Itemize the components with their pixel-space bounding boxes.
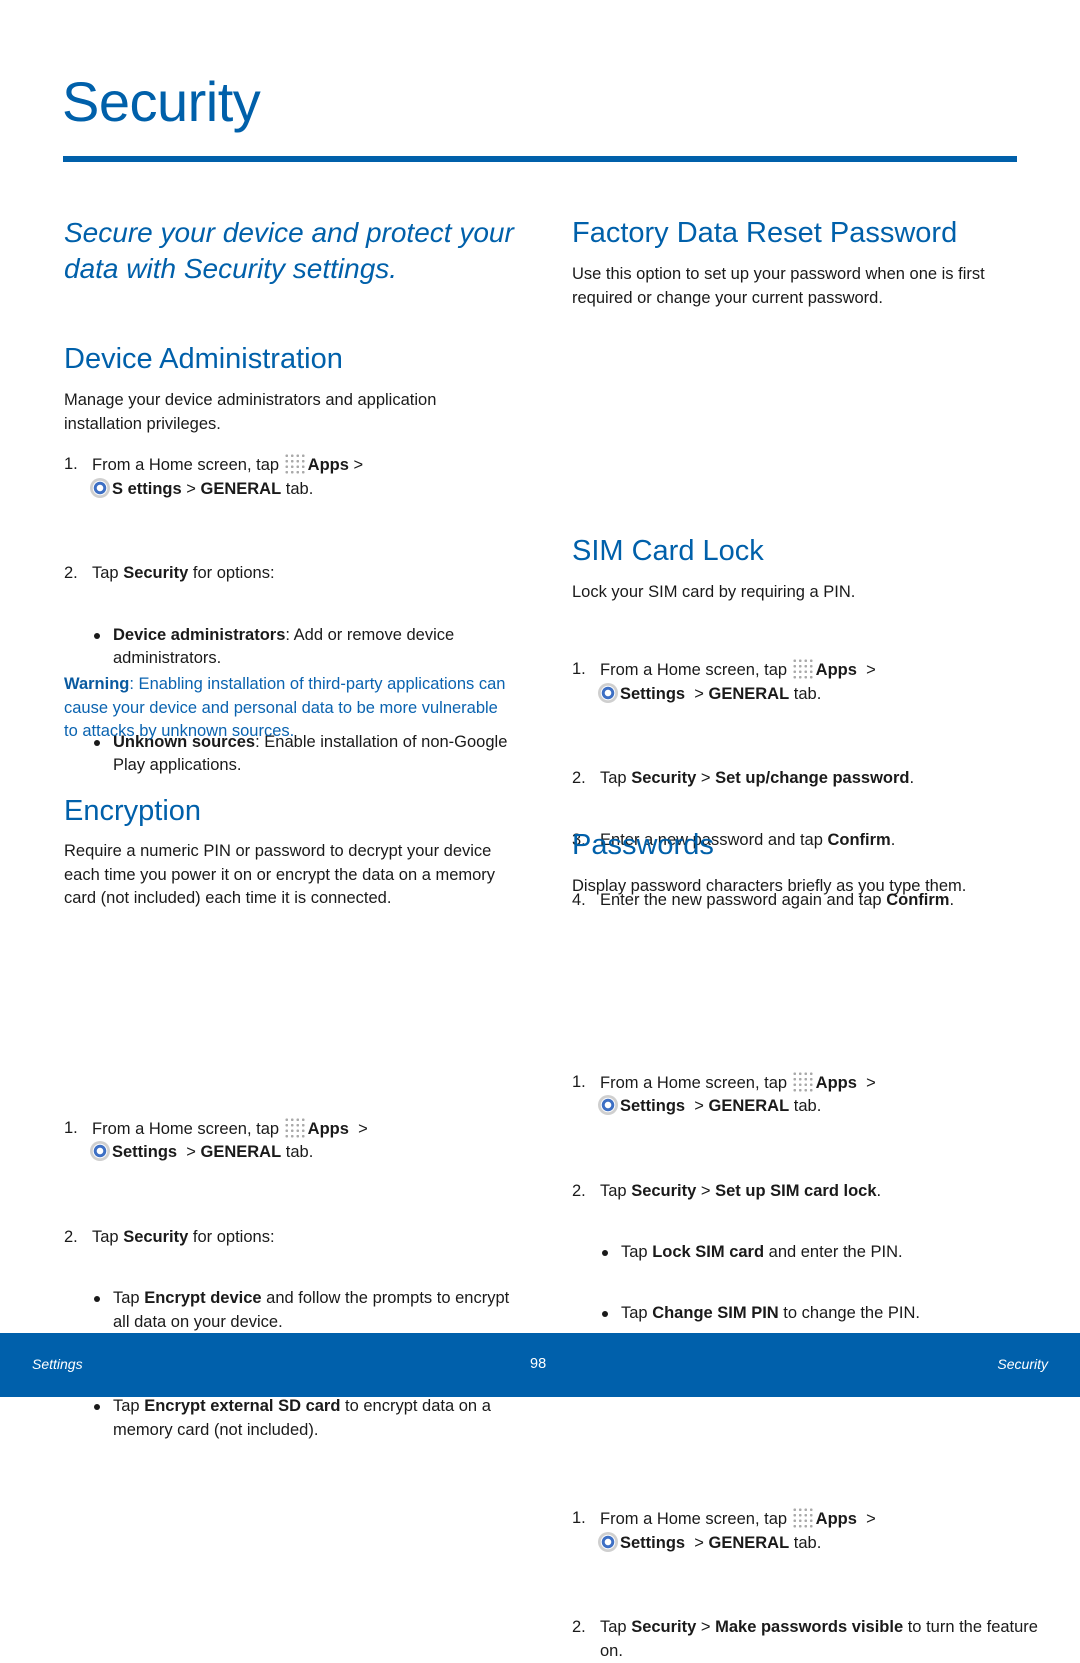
- passwords-description: Display password characters briefly as y…: [572, 877, 967, 895]
- footer-page-number: 98: [530, 1356, 547, 1372]
- heading-device-administration: Device Administration: [64, 343, 343, 375]
- settings-gear-icon: [90, 477, 110, 498]
- settings-gear-icon: [598, 682, 618, 703]
- passwords-step-1: 1. From a Home screen, tap Apps > Settin…: [572, 1507, 876, 1552]
- sim-lock-step-2: 2. Tap Security > Set up SIM card lock.: [572, 1181, 882, 1200]
- apps-grid-icon: [791, 1507, 814, 1529]
- heading-factory-data-reset-password: Factory Data Reset Password: [572, 217, 958, 249]
- heading-passwords: Passwords: [572, 829, 714, 861]
- apps-grid-icon: [791, 658, 814, 680]
- bullet-dot: [94, 1296, 100, 1302]
- bullet-dot: [602, 1250, 608, 1256]
- device-admin-description: Manage your device administrators and ap…: [64, 391, 437, 433]
- device-admin-step-1: 1. From a Home screen, tap Apps > S etti…: [64, 453, 364, 498]
- sim-lock-bullet: Tap Lock SIM card and enter the PIN.: [572, 1241, 1041, 1265]
- bullet-dot: [602, 1310, 608, 1317]
- page-footer: Settings 98 Security: [0, 1333, 1080, 1397]
- encryption-bullet: Tap Encrypt device and follow the prompt…: [64, 1287, 523, 1334]
- sim-lock-step-1: 1. From a Home screen, tap Apps > Settin…: [572, 1070, 876, 1115]
- heading-encryption: Encryption: [64, 795, 202, 827]
- factory-reset-step-2: 2. Tap Security > Set up/change password…: [572, 769, 915, 787]
- warning-note: Warning: Enabling installation of third-…: [64, 675, 506, 740]
- settings-label: S ettings: [112, 479, 182, 498]
- settings-gear-icon: [598, 1531, 618, 1552]
- apps-grid-icon: [283, 453, 306, 475]
- page-title: Security: [62, 70, 261, 133]
- passwords-step-2: 2. Tap Security > Make passwords visible…: [572, 1618, 1038, 1660]
- bullet-dot: [94, 632, 100, 639]
- factory-reset-description: Use this option to set up your password …: [572, 265, 985, 307]
- apps-grid-icon: [791, 1070, 814, 1093]
- heading-sim-card-lock: SIM Card Lock: [572, 535, 764, 567]
- apps-grid-icon: [283, 1116, 306, 1139]
- bullet-dot: [94, 1404, 100, 1410]
- settings-gear-icon: [598, 1095, 618, 1115]
- sim-lock-bullet: Tap Change SIM PIN to change the PIN.: [572, 1302, 1041, 1326]
- sim-lock-description: Lock your SIM card by requiring a PIN.: [572, 583, 856, 601]
- page-subtitle: Secure your device and protect your data…: [64, 217, 514, 284]
- title-rule: [63, 156, 1017, 162]
- warning-label: Warning: [64, 675, 130, 693]
- encryption-bullet: Tap Encrypt external SD card to encrypt …: [64, 1395, 533, 1442]
- footer-section: Security: [997, 1356, 1048, 1372]
- footer-chapter: Settings: [32, 1356, 83, 1372]
- encryption-step-1: 1. From a Home screen, tap Apps > Settin…: [64, 1116, 368, 1161]
- encryption-description: Require a numeric PIN or password to dec…: [64, 842, 496, 907]
- settings-gear-icon: [90, 1141, 110, 1161]
- encryption-step-2: 2. Tap Security for options:: [64, 1227, 275, 1246]
- device-admin-step-2: 2. Tap Security for options:: [64, 564, 275, 582]
- apps-label: Apps: [307, 456, 349, 474]
- factory-reset-step-1: 1. From a Home screen, tap Apps > Settin…: [572, 658, 876, 703]
- device-admin-bullet: Device administrators: Add or remove dev…: [64, 624, 513, 671]
